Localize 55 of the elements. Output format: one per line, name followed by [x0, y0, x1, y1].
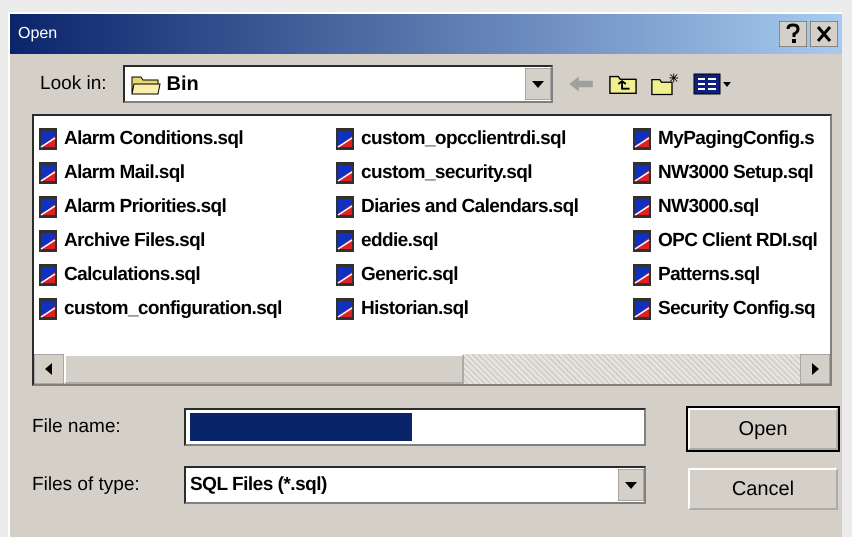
sql-file-icon [38, 263, 58, 287]
horizontal-scrollbar[interactable] [34, 354, 830, 384]
view-menu-icon[interactable] [692, 72, 733, 96]
sql-file-icon [335, 195, 355, 219]
open-button[interactable]: Open [688, 408, 838, 450]
file-item[interactable]: Diaries and Calendars.sql [335, 190, 632, 224]
new-folder-icon[interactable] [650, 72, 679, 96]
file-item[interactable]: custom_opcclientrdi.sql [335, 122, 632, 156]
file-item[interactable]: custom_configuration.sql [38, 292, 335, 326]
file-name-label: File name: [32, 416, 122, 438]
dropdown-arrow-icon[interactable] [618, 469, 644, 501]
sql-file-icon [632, 127, 652, 151]
sql-file-icon [632, 195, 652, 219]
file-item[interactable]: Archive Files.sql [38, 224, 335, 258]
file-item[interactable]: Historian.sql [335, 292, 632, 326]
look-in-dropdown[interactable]: Bin [122, 65, 553, 103]
help-icon[interactable] [779, 21, 807, 47]
file-item[interactable]: Generic.sql [335, 258, 632, 292]
look-in-value: Bin [166, 72, 200, 96]
file-item[interactable]: Calculations.sql [38, 258, 335, 292]
file-item[interactable]: NW3000 Setup.sql [632, 156, 830, 190]
close-icon[interactable] [810, 21, 838, 47]
file-item[interactable]: NW3000.sql [632, 190, 830, 224]
file-name-field[interactable] [184, 408, 646, 446]
sql-file-icon [38, 297, 58, 321]
file-item[interactable]: Alarm Conditions.sql [38, 122, 335, 156]
file-item[interactable]: eddie.sql [335, 224, 632, 258]
sql-file-icon [38, 229, 58, 253]
sql-file-icon [632, 161, 652, 185]
file-item[interactable]: Patterns.sql [632, 258, 830, 292]
file-item[interactable]: MyPagingConfig.s [632, 122, 830, 156]
sql-file-icon [38, 127, 58, 151]
sql-file-icon [335, 263, 355, 287]
file-item[interactable]: custom_security.sql [335, 156, 632, 190]
sql-file-icon [335, 161, 355, 185]
file-item[interactable]: Security Config.sq [632, 292, 830, 326]
sql-file-icon [632, 229, 652, 253]
look-in-label: Look in: [40, 73, 107, 95]
dropdown-arrow-icon[interactable] [524, 68, 551, 100]
sql-file-icon [632, 297, 652, 321]
window-title: Open [18, 25, 58, 43]
sql-file-icon [38, 161, 58, 185]
file-type-dropdown[interactable]: SQL Files (*.sql) [184, 466, 646, 504]
sql-file-icon [632, 263, 652, 287]
cancel-button[interactable]: Cancel [688, 468, 838, 510]
scroll-left-icon[interactable] [34, 354, 64, 384]
sql-file-icon [335, 297, 355, 321]
file-item[interactable]: Alarm Mail.sql [38, 156, 335, 190]
file-type-label: Files of type: [32, 474, 141, 496]
file-item[interactable]: Alarm Priorities.sql [38, 190, 335, 224]
file-item[interactable]: OPC Client RDI.sql [632, 224, 830, 258]
sql-file-icon [335, 229, 355, 253]
sql-file-icon [38, 195, 58, 219]
sql-file-icon [335, 127, 355, 151]
scroll-right-icon[interactable] [800, 354, 830, 384]
